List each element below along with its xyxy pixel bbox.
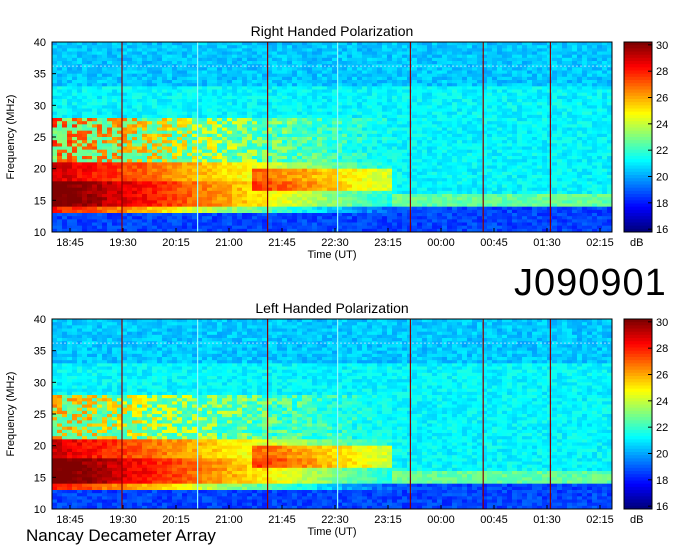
y-tick-label: 35 bbox=[34, 346, 46, 358]
colorbar-tick-label: 30 bbox=[656, 40, 668, 52]
colorbar-tick-label: 20 bbox=[656, 171, 668, 183]
y-tick-label: 15 bbox=[34, 195, 46, 207]
x-tick-label: 00:45 bbox=[480, 237, 508, 249]
colorbar-unit-label: dB bbox=[630, 514, 643, 526]
x-axis-label: Time (UT) bbox=[307, 249, 356, 261]
spectrogram-image bbox=[52, 42, 613, 233]
y-axis-label: Frequency (MHz) bbox=[5, 372, 17, 457]
colorbar-tick-label: 16 bbox=[656, 501, 668, 513]
panel-right-polarization: Right Handed Polarization 10 15 20 25 30 35 40 F… bbox=[5, 23, 668, 261]
x-tick-label: 21:45 bbox=[268, 237, 296, 249]
panel-title: Left Handed Polarization bbox=[255, 300, 408, 316]
x-tick-label: 02:15 bbox=[586, 514, 614, 526]
x-tick-label: 21:00 bbox=[215, 514, 243, 526]
x-tick-label: 18:45 bbox=[56, 237, 84, 249]
colorbar-tick-label: 24 bbox=[656, 119, 668, 131]
x-tick-label: 23:15 bbox=[374, 514, 402, 526]
colorbar-tick-label: 22 bbox=[656, 145, 668, 157]
x-tick-label: 02:15 bbox=[586, 237, 614, 249]
colorbar-tick-label: 26 bbox=[656, 370, 668, 382]
y-tick-label: 25 bbox=[34, 409, 46, 421]
x-tick-label: 00:00 bbox=[427, 237, 455, 249]
x-tick-label: 18:45 bbox=[56, 514, 84, 526]
panel-title: Right Handed Polarization bbox=[251, 23, 414, 39]
instrument-label: Nancay Decameter Array bbox=[26, 526, 216, 545]
y-tick-label: 20 bbox=[34, 164, 46, 176]
colorbar-tick-label: 18 bbox=[656, 475, 668, 487]
y-tick-label: 15 bbox=[34, 472, 46, 484]
spectrogram-image bbox=[52, 319, 613, 510]
x-tick-label: 20:15 bbox=[162, 514, 190, 526]
colorbar-tick-label: 22 bbox=[656, 422, 668, 434]
y-tick-label: 10 bbox=[34, 227, 46, 239]
x-tick-label: 22:30 bbox=[321, 237, 349, 249]
colorbar-tick-label: 18 bbox=[656, 198, 668, 210]
y-tick-label: 30 bbox=[34, 100, 46, 112]
target-id-label: J090901 bbox=[514, 262, 667, 304]
colorbar-tick-label: 28 bbox=[656, 343, 668, 355]
colorbar-tick-label: 28 bbox=[656, 66, 668, 78]
x-axis-label: Time (UT) bbox=[307, 526, 356, 538]
y-axis-label: Frequency (MHz) bbox=[5, 95, 17, 180]
colorbar-tick-label: 26 bbox=[656, 93, 668, 105]
y-tick-label: 10 bbox=[34, 504, 46, 516]
y-tick-label: 30 bbox=[34, 377, 46, 389]
y-tick-label: 40 bbox=[34, 314, 46, 326]
x-tick-label: 00:45 bbox=[480, 514, 508, 526]
x-tick-label: 21:00 bbox=[215, 237, 243, 249]
colorbar-tick-label: 30 bbox=[656, 317, 668, 329]
colorbar: 16 18 20 22 24 26 28 30 dB bbox=[623, 317, 668, 526]
colorbar-tick-label: 16 bbox=[656, 224, 668, 236]
colorbar: 16 18 20 22 24 26 28 30 dB bbox=[623, 40, 668, 249]
x-tick-label: 21:45 bbox=[268, 514, 296, 526]
panel-left-polarization: Left Handed Polarization 10 15 20 25 30 35 40 Fr… bbox=[5, 300, 668, 538]
x-tick-label: 00:00 bbox=[427, 514, 455, 526]
colorbar-unit-label: dB bbox=[630, 237, 643, 249]
colorbar-tick-label: 20 bbox=[656, 448, 668, 460]
y-tick-label: 25 bbox=[34, 132, 46, 144]
x-tick-label: 19:30 bbox=[109, 237, 137, 249]
colorbar-tick-label: 24 bbox=[656, 396, 668, 408]
x-tick-label: 01:30 bbox=[533, 514, 561, 526]
x-tick-label: 19:30 bbox=[109, 514, 137, 526]
y-tick-label: 40 bbox=[34, 37, 46, 49]
y-tick-label: 35 bbox=[34, 69, 46, 81]
x-tick-label: 20:15 bbox=[162, 237, 190, 249]
x-tick-label: 01:30 bbox=[533, 237, 561, 249]
y-tick-label: 20 bbox=[34, 441, 46, 453]
x-tick-label: 23:15 bbox=[374, 237, 402, 249]
x-tick-label: 22:30 bbox=[321, 514, 349, 526]
